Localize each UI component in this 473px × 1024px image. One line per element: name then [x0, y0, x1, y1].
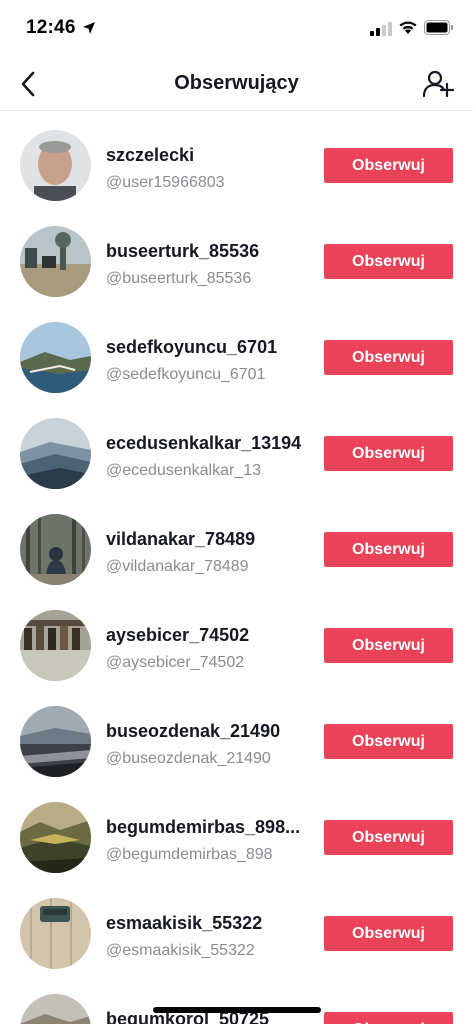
battery-icon: [424, 20, 453, 35]
follower-row: esmaakisik_55322 @esmaakisik_55322 Obser…: [0, 879, 473, 975]
username: ecedusenkalkar_13194: [106, 433, 302, 453]
follow-button[interactable]: Obserwuj: [324, 244, 453, 279]
username: buseozdenak_21490: [106, 721, 281, 741]
user-handle: @buseerturk_85536: [106, 270, 252, 287]
avatar-image: [20, 994, 91, 1024]
follow-button[interactable]: Obserwuj: [324, 820, 453, 855]
location-arrow-icon: [83, 22, 95, 34]
user-handle: @begumdemirbas_898: [106, 846, 273, 863]
avatar[interactable]: [20, 418, 91, 489]
wifi-icon: [399, 21, 417, 34]
follower-row: buseerturk_85536 @buseerturk_85536 Obser…: [0, 207, 473, 303]
user-handle: @user15966803: [106, 174, 225, 191]
avatar-image: [20, 706, 91, 777]
follower-row: buseozdenak_21490 @buseozdenak_21490 Obs…: [0, 687, 473, 783]
avatar[interactable]: [20, 610, 91, 681]
username: esmaakisik_55322: [106, 913, 263, 933]
avatar-image: [20, 802, 91, 873]
status-bar: 12:46: [0, 0, 473, 58]
avatar[interactable]: [20, 898, 91, 969]
follower-row: sedefkoyuncu_6701 @sedefkoyuncu_6701 Obs…: [0, 303, 473, 399]
username: sedefkoyuncu_6701: [106, 337, 278, 357]
username: aysebicer_74502: [106, 625, 250, 645]
follow-button[interactable]: Obserwuj: [324, 916, 453, 951]
follower-row: aysebicer_74502 @aysebicer_74502 Obserwu…: [0, 591, 473, 687]
avatar[interactable]: [20, 226, 91, 297]
user-handle: @sedefkoyuncu_6701: [106, 366, 266, 383]
username: begumdemirbas_898...: [106, 817, 301, 837]
username: vildanakar_78489: [106, 529, 256, 549]
avatar[interactable]: [20, 802, 91, 873]
follower-row: szczelecki @user15966803 Obserwuj: [0, 111, 473, 207]
user-handle: @buseozdenak_21490: [106, 750, 271, 767]
avatar[interactable]: [20, 706, 91, 777]
avatar[interactable]: [20, 994, 91, 1024]
avatar-image: [20, 898, 91, 969]
avatar[interactable]: [20, 322, 91, 393]
follow-button[interactable]: Obserwuj: [324, 340, 453, 375]
follow-button[interactable]: Obserwuj: [324, 1012, 453, 1024]
avatar-image: [20, 514, 91, 585]
follow-button[interactable]: Obserwuj: [324, 436, 453, 471]
username: buseerturk_85536: [106, 241, 260, 261]
navigation-bar: Obserwujący: [0, 58, 473, 111]
add-user-icon[interactable]: [422, 69, 454, 99]
avatar-image: [20, 322, 91, 393]
follow-button[interactable]: Obserwuj: [324, 148, 453, 183]
follow-button[interactable]: Obserwuj: [324, 532, 453, 567]
user-handle: @vildanakar_78489: [106, 558, 249, 575]
avatar[interactable]: [20, 514, 91, 585]
home-indicator[interactable]: [153, 1007, 321, 1013]
avatar-image: [20, 610, 91, 681]
follower-row: begumkorol_50725 Obserwuj: [0, 975, 473, 1024]
cellular-signal-icon: [370, 22, 392, 36]
follower-row: begumdemirbas_898... @begumdemirbas_898 …: [0, 783, 473, 879]
avatar-image: [20, 226, 91, 297]
page-title: Obserwujący: [174, 72, 299, 94]
username: szczelecki: [106, 145, 195, 165]
avatar-image: [20, 130, 91, 201]
follow-button[interactable]: Obserwuj: [324, 724, 453, 759]
follower-row: vildanakar_78489 @vildanakar_78489 Obser…: [0, 495, 473, 591]
avatar[interactable]: [20, 130, 91, 201]
status-time: 12:46: [26, 17, 76, 38]
user-handle: @aysebicer_74502: [106, 654, 245, 671]
user-handle: @ecedusenkalkar_13: [106, 462, 262, 479]
user-handle: @esmaakisik_55322: [106, 942, 255, 959]
avatar-image: [20, 418, 91, 489]
follower-row: ecedusenkalkar_13194 @ecedusenkalkar_13 …: [0, 399, 473, 495]
follow-button[interactable]: Obserwuj: [324, 628, 453, 663]
